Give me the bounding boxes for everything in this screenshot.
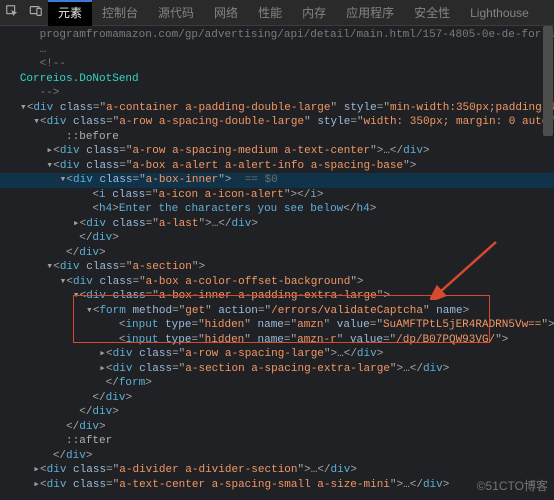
- comment-body: Correios.DoNotSend: [20, 73, 139, 85]
- dom-line[interactable]: ▸<div class="a-row a-spacing-medium a-te…: [0, 144, 554, 159]
- tab-memory[interactable]: 内存: [292, 0, 336, 26]
- dom-line[interactable]: ▾<form method="get" action="/errors/vali…: [0, 304, 554, 319]
- tab-console[interactable]: 控制台: [92, 0, 148, 26]
- dom-line[interactable]: </div>: [0, 391, 554, 406]
- caret-down-icon[interactable]: ▾: [33, 115, 40, 130]
- caret-down-icon[interactable]: ▾: [20, 101, 27, 116]
- dom-line[interactable]: </div>: [0, 405, 554, 420]
- caret-down-icon[interactable]: ▾: [73, 289, 80, 304]
- dom-line[interactable]: </form>: [0, 376, 554, 391]
- comment-close: -->: [40, 87, 60, 99]
- tab-application[interactable]: 应用程序: [336, 0, 404, 26]
- dom-line[interactable]: <i class="a-icon a-icon-alert"></i>: [0, 188, 554, 203]
- comment-open: <!--: [40, 58, 66, 70]
- dom-line[interactable]: </div>: [0, 231, 554, 246]
- dom-line[interactable]: <input type="hidden" name="amzn" value="…: [0, 318, 554, 333]
- dom-line[interactable]: ▸<div class="a-row a-spacing-large">…</d…: [0, 347, 554, 362]
- dom-line[interactable]: ▾<div class="a-container a-padding-doubl…: [0, 101, 554, 116]
- dom-line[interactable]: ::after: [0, 434, 554, 449]
- dom-line[interactable]: </div>: [0, 449, 554, 464]
- dom-line[interactable]: <input type="hidden" name="amzn-r" value…: [0, 333, 554, 348]
- caret-right-icon[interactable]: ▸: [99, 362, 106, 377]
- caret-right-icon[interactable]: ▸: [33, 463, 40, 478]
- dom-line[interactable]: programfromamazon.com/gp/advertising/api…: [0, 28, 554, 43]
- tab-security[interactable]: 安全性: [404, 0, 460, 26]
- caret-right-icon[interactable]: ▸: [33, 478, 40, 493]
- tab-performance[interactable]: 性能: [248, 0, 292, 26]
- tab-elements[interactable]: 元素: [48, 0, 92, 26]
- caret-right-icon[interactable]: ▸: [73, 217, 80, 232]
- dom-line[interactable]: ▸<div class="a-last">…</div>: [0, 217, 554, 232]
- pseudo-after: ::after: [66, 435, 112, 447]
- dom-line[interactable]: ▸<div class="a-divider a-divider-section…: [0, 463, 554, 478]
- truncated-text: programfromamazon.com/gp/advertising/api…: [40, 29, 554, 41]
- caret-right-icon[interactable]: ▸: [99, 347, 106, 362]
- device-toolbar-icon[interactable]: [24, 4, 48, 21]
- vertical-scrollbar[interactable]: [543, 26, 553, 500]
- dom-line[interactable]: ▸<div class="a-section a-spacing-extra-l…: [0, 362, 554, 377]
- dom-line[interactable]: Correios.DoNotSend: [0, 72, 554, 87]
- dom-line[interactable]: ▾<div class="a-box a-color-offset-backgr…: [0, 275, 554, 290]
- tab-sources[interactable]: 源代码: [148, 0, 204, 26]
- dom-line-selected[interactable]: ▾<div class="a-box-inner"> == $0: [0, 173, 554, 188]
- dom-line[interactable]: <h4>Enter the characters you see below</…: [0, 202, 554, 217]
- dom-line[interactable]: ▸<div class="a-text-center a-spacing-sma…: [0, 478, 554, 493]
- tab-network[interactable]: 网络: [204, 0, 248, 26]
- dom-line[interactable]: ▾<div class="a-box-inner a-padding-extra…: [0, 289, 554, 304]
- caret-down-icon[interactable]: ▾: [86, 304, 93, 319]
- dom-line[interactable]: ▾<div class="a-row a-spacing-double-larg…: [0, 115, 554, 130]
- pseudo-before: ::before: [66, 131, 119, 143]
- scrollbar-thumb[interactable]: [543, 26, 553, 136]
- elements-tree[interactable]: programfromamazon.com/gp/advertising/api…: [0, 26, 554, 500]
- tab-lighthouse[interactable]: Lighthouse: [460, 0, 539, 26]
- dom-line[interactable]: -->: [0, 86, 554, 101]
- dom-line[interactable]: <!--: [0, 57, 554, 72]
- selected-marker: == $0: [245, 174, 278, 186]
- dom-line[interactable]: </div>: [0, 246, 554, 261]
- dom-line[interactable]: …: [0, 43, 554, 58]
- dots: …: [40, 44, 47, 56]
- dom-line[interactable]: ▾<div class="a-box a-alert a-alert-info …: [0, 159, 554, 174]
- devtools-tabs: 元素 控制台 源代码 网络 性能 内存 应用程序 安全性 Lighthouse: [0, 0, 554, 26]
- dom-line[interactable]: ::before: [0, 130, 554, 145]
- inspect-element-icon[interactable]: [0, 4, 24, 21]
- dom-line[interactable]: </div>: [0, 420, 554, 435]
- dom-line[interactable]: ▾<div class="a-section">: [0, 260, 554, 275]
- watermark: ©51CTO博客: [477, 477, 548, 494]
